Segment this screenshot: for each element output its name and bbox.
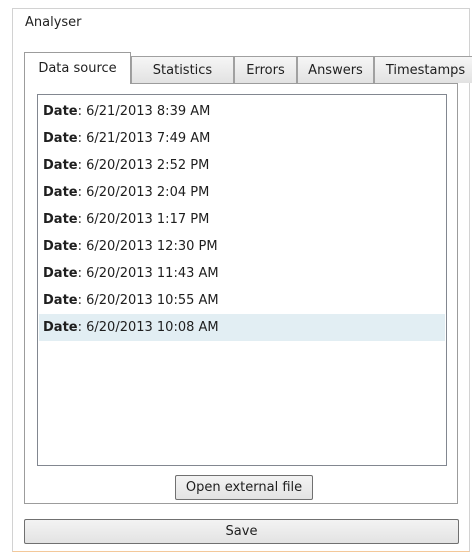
list-item[interactable]: Date: 6/21/2013 8:39 AM bbox=[39, 98, 445, 125]
list-item[interactable]: Date: 6/20/2013 2:04 PM bbox=[39, 179, 445, 206]
date-value: 6/21/2013 7:49 AM bbox=[86, 131, 211, 146]
list-item[interactable]: Date: 6/20/2013 12:30 PM bbox=[39, 233, 445, 260]
tab-answers[interactable]: Answers bbox=[297, 56, 374, 83]
date-value: 6/20/2013 2:04 PM bbox=[86, 185, 210, 200]
date-key-label: Date bbox=[43, 239, 78, 254]
save-button[interactable]: Save bbox=[24, 519, 459, 544]
date-value: 6/20/2013 1:17 PM bbox=[86, 212, 210, 227]
date-key-label: Date bbox=[43, 212, 78, 227]
date-key-label: Date bbox=[43, 185, 78, 200]
date-key-label: Date bbox=[43, 266, 78, 281]
tab-statistics[interactable]: Statistics bbox=[131, 56, 234, 83]
date-value: 6/20/2013 10:55 AM bbox=[86, 293, 219, 308]
list-item[interactable]: Date: 6/21/2013 7:49 AM bbox=[39, 125, 445, 152]
date-key-label: Date bbox=[43, 131, 78, 146]
list-item[interactable]: Date: 6/20/2013 1:17 PM bbox=[39, 206, 445, 233]
list-item[interactable]: Date: 6/20/2013 11:43 AM bbox=[39, 260, 445, 287]
date-value: 6/20/2013 10:08 AM bbox=[86, 320, 219, 335]
date-value: 6/21/2013 8:39 AM bbox=[86, 104, 211, 119]
list-item[interactable]: Date: 6/20/2013 2:52 PM bbox=[39, 152, 445, 179]
tab-timestamps[interactable]: Timestamps bbox=[374, 56, 472, 83]
date-key-label: Date bbox=[43, 320, 78, 335]
date-key-label: Date bbox=[43, 104, 78, 119]
tab-errors[interactable]: Errors bbox=[234, 56, 297, 83]
open-external-file-button[interactable]: Open external file bbox=[175, 475, 313, 500]
data-source-listbox[interactable]: Date: 6/21/2013 8:39 AM Date: 6/21/2013 … bbox=[37, 94, 447, 466]
list-item[interactable]: Date: 6/20/2013 10:55 AM bbox=[39, 287, 445, 314]
date-value: 6/20/2013 2:52 PM bbox=[86, 158, 210, 173]
list-item-selected[interactable]: Date: 6/20/2013 10:08 AM bbox=[39, 314, 445, 341]
date-value: 6/20/2013 12:30 PM bbox=[86, 239, 218, 254]
date-key-label: Date bbox=[43, 293, 78, 308]
groupbox-title: Analyser bbox=[25, 15, 82, 30]
date-value: 6/20/2013 11:43 AM bbox=[86, 266, 219, 281]
tab-data-source[interactable]: Data source bbox=[24, 52, 131, 84]
date-key-label: Date bbox=[43, 158, 78, 173]
